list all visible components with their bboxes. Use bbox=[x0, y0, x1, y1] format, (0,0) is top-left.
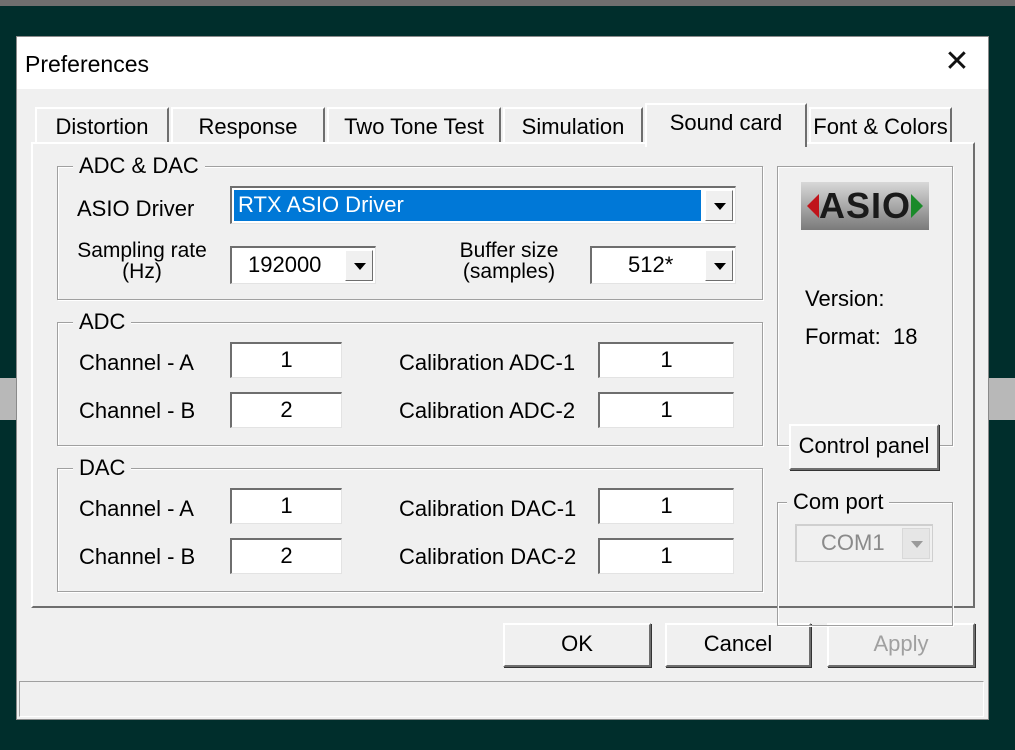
window-title: Preferences bbox=[25, 51, 150, 77]
ok-button[interactable]: OK bbox=[503, 623, 651, 667]
adc-calibration-1-label: Calibration ADC-1 bbox=[399, 350, 576, 375]
format-label: Format: bbox=[805, 324, 881, 349]
apply-button[interactable]: Apply bbox=[827, 623, 975, 667]
dac-channel-b-input[interactable]: 2 bbox=[230, 538, 342, 574]
com-port-select[interactable]: COM1 bbox=[795, 524, 933, 562]
com-port-group bbox=[777, 502, 953, 626]
asio-driver-value: RTX ASIO Driver bbox=[238, 192, 404, 217]
dac-group-title: DAC bbox=[73, 456, 132, 480]
sampling-rate-label: Sampling rate (Hz) bbox=[77, 240, 207, 282]
control-panel-button[interactable]: Control panel bbox=[789, 424, 939, 470]
preferences-dialog: Preferences ✕ Distortion Response Two To… bbox=[16, 36, 989, 720]
adc-channel-b-input[interactable]: 2 bbox=[230, 392, 342, 428]
dac-channel-a-label: Channel - A bbox=[79, 496, 194, 521]
cancel-button[interactable]: Cancel bbox=[665, 623, 811, 667]
close-icon: ✕ bbox=[944, 45, 970, 78]
background-window-edge-left bbox=[0, 378, 16, 420]
sampling-rate-value: 192000 bbox=[248, 252, 322, 277]
dac-calibration-1-label: Calibration DAC-1 bbox=[399, 496, 577, 521]
buffer-size-label-line2: (samples) bbox=[462, 260, 556, 283]
dropdown-button[interactable] bbox=[902, 528, 930, 559]
chevron-down-icon bbox=[714, 263, 726, 270]
format-value: 18 bbox=[893, 324, 918, 349]
buffer-size-label-line1: Buffer size bbox=[459, 239, 559, 262]
dac-channel-a-input[interactable]: 1 bbox=[230, 488, 342, 524]
chevron-down-icon bbox=[354, 263, 366, 270]
dac-channel-b-label: Channel - B bbox=[79, 544, 196, 569]
asio-logo: ASIO bbox=[801, 182, 929, 230]
adc-group-title: ADC bbox=[73, 310, 132, 334]
asio-driver-label: ASIO Driver bbox=[77, 196, 195, 221]
desktop-top-strip bbox=[0, 0, 1015, 6]
dropdown-button[interactable] bbox=[345, 250, 373, 281]
tab-response[interactable]: Response bbox=[171, 107, 325, 143]
adc-channel-a-label: Channel - A bbox=[79, 350, 194, 375]
chevron-down-icon bbox=[911, 541, 923, 548]
sampling-rate-select[interactable]: 192000 bbox=[230, 246, 376, 284]
tab-simulation[interactable]: Simulation bbox=[503, 107, 643, 143]
dac-calibration-2-label: Calibration DAC-2 bbox=[399, 544, 577, 569]
tab-label: Sound card bbox=[669, 110, 783, 135]
dac-calibration-2-input[interactable]: 1 bbox=[598, 538, 734, 574]
buffer-size-select[interactable]: 512* bbox=[590, 246, 736, 284]
background-window-edge-right bbox=[989, 378, 1015, 420]
version-label: Version: bbox=[805, 286, 885, 311]
buffer-size-label: Buffer size (samples) bbox=[449, 240, 569, 282]
asio-logo-text: ASIO bbox=[818, 185, 911, 226]
status-bar bbox=[19, 681, 984, 717]
dropdown-button[interactable] bbox=[705, 250, 733, 281]
tab-font-colors[interactable]: Font & Colors bbox=[809, 107, 952, 143]
tab-distortion[interactable]: Distortion bbox=[35, 107, 169, 143]
tab-label: Simulation bbox=[521, 114, 625, 139]
adc-calibration-2-input[interactable]: 1 bbox=[598, 392, 734, 428]
adc-dac-group-title: ADC & DAC bbox=[73, 154, 205, 178]
sampling-rate-label-line1: Sampling rate bbox=[77, 239, 207, 262]
com-port-value: COM1 bbox=[821, 530, 885, 555]
sound-card-panel: ADC & DAC ASIO Driver RTX ASIO Driver Sa… bbox=[31, 142, 975, 626]
tab-sound-card[interactable]: Sound card bbox=[645, 103, 807, 147]
tab-two-tone-test[interactable]: Two Tone Test bbox=[327, 107, 501, 143]
com-port-group-title: Com port bbox=[787, 490, 890, 514]
dropdown-button[interactable] bbox=[705, 190, 733, 221]
sampling-rate-label-line2: (Hz) bbox=[122, 260, 162, 283]
buffer-size-value: 512* bbox=[628, 252, 674, 277]
tab-label: Distortion bbox=[55, 114, 149, 139]
close-button[interactable]: ✕ bbox=[929, 39, 985, 85]
title-bar: Preferences ✕ bbox=[17, 37, 988, 89]
adc-calibration-2-label: Calibration ADC-2 bbox=[399, 398, 576, 423]
adc-channel-a-input[interactable]: 1 bbox=[230, 342, 342, 378]
adc-calibration-1-input[interactable]: 1 bbox=[598, 342, 734, 378]
tab-label: Two Tone Test bbox=[344, 114, 484, 139]
tab-label: Response bbox=[198, 114, 298, 139]
asio-driver-select[interactable]: RTX ASIO Driver bbox=[230, 186, 736, 224]
chevron-down-icon bbox=[714, 203, 726, 210]
tab-label: Font & Colors bbox=[813, 114, 948, 139]
adc-channel-b-label: Channel - B bbox=[79, 398, 196, 423]
dac-calibration-1-input[interactable]: 1 bbox=[598, 488, 734, 524]
